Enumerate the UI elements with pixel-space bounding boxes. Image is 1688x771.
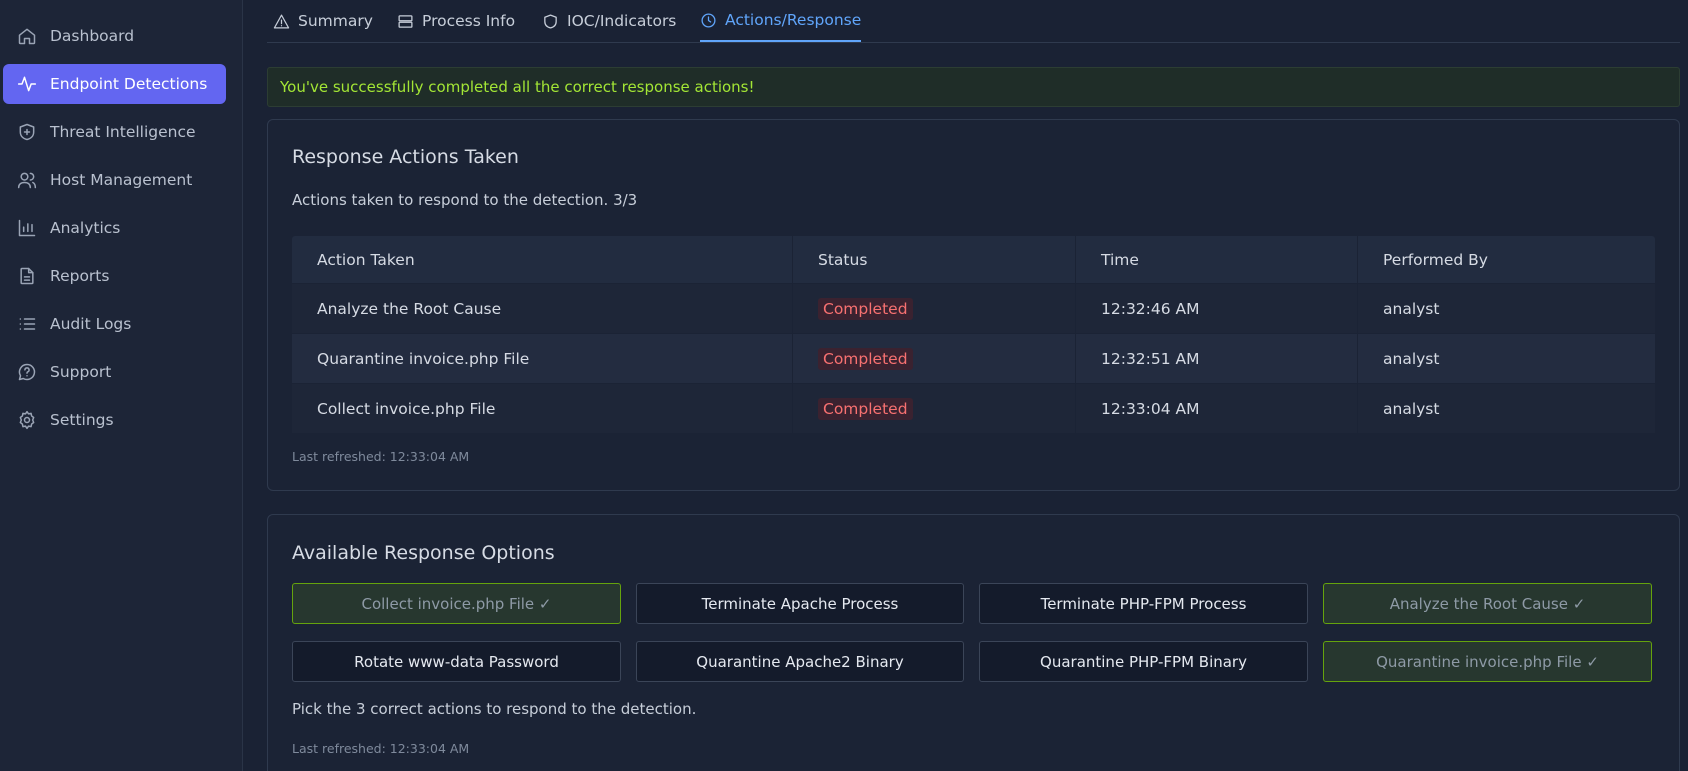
clock-icon bbox=[701, 12, 716, 28]
options-hint: Pick the 3 correct actions to respond to… bbox=[292, 700, 697, 718]
tab-label: Actions/Response bbox=[725, 11, 862, 29]
quarantine-apache2-button[interactable]: Quarantine Apache2 Binary bbox=[636, 641, 964, 682]
card-title: Response Actions Taken bbox=[292, 146, 519, 168]
sidebar-item-endpoint-detections[interactable]: Endpoint Detections bbox=[3, 64, 226, 104]
sidebar-item-label: Support bbox=[50, 363, 112, 381]
main-content: Summary Process Info IOC/Indicators Acti… bbox=[243, 0, 1688, 771]
performed-by-cell: analyst bbox=[1357, 384, 1655, 433]
status-cell: Completed bbox=[792, 334, 1075, 383]
tab-label: IOC/Indicators bbox=[567, 12, 677, 30]
users-icon bbox=[16, 169, 38, 191]
shield-plus-icon bbox=[16, 121, 38, 143]
collect-invoice-file-button[interactable]: Collect invoice.php File ✓ bbox=[292, 583, 621, 624]
terminate-apache-button[interactable]: Terminate Apache Process bbox=[636, 583, 964, 624]
rotate-password-button[interactable]: Rotate www-data Password bbox=[292, 641, 621, 682]
sidebar-item-host-management[interactable]: Host Management bbox=[3, 160, 226, 200]
column-header: Status bbox=[792, 236, 1075, 283]
column-header: Action Taken bbox=[317, 250, 415, 269]
response-options-card: Available Response Options Collect invoi… bbox=[267, 514, 1680, 771]
bar-chart-icon bbox=[16, 217, 38, 239]
table-header: Action Taken Status Time Performed By bbox=[292, 236, 1655, 283]
sidebar: Dashboard Endpoint Detections Threat Int… bbox=[0, 0, 243, 771]
analyze-root-cause-button[interactable]: Analyze the Root Cause ✓ bbox=[1323, 583, 1652, 624]
time-cell: 12:32:51 AM bbox=[1075, 334, 1357, 383]
sidebar-item-settings[interactable]: Settings bbox=[3, 400, 226, 440]
status-cell: Completed bbox=[792, 284, 1075, 333]
actions-table: Action Taken Status Time Performed By An… bbox=[292, 236, 1655, 433]
sidebar-item-reports[interactable]: Reports bbox=[3, 256, 226, 296]
status-cell: Completed bbox=[792, 384, 1075, 433]
sidebar-item-audit-logs[interactable]: Audit Logs bbox=[3, 304, 226, 344]
status-badge: Completed bbox=[818, 397, 913, 420]
sidebar-item-label: Analytics bbox=[50, 219, 121, 237]
status-badge: Completed bbox=[818, 347, 913, 370]
table-row: Collect invoice.php File Completed 12:33… bbox=[292, 383, 1655, 433]
success-alert: You've successfully completed all the co… bbox=[267, 67, 1680, 107]
tab-bar: Summary Process Info IOC/Indicators Acti… bbox=[267, 0, 1680, 43]
tab-label: Process Info bbox=[422, 12, 516, 30]
quarantine-php-fpm-button[interactable]: Quarantine PHP-FPM Binary bbox=[979, 641, 1308, 682]
alert-triangle-icon bbox=[273, 13, 290, 29]
card-title: Available Response Options bbox=[292, 542, 555, 564]
quarantine-invoice-file-button[interactable]: Quarantine invoice.php File ✓ bbox=[1323, 641, 1652, 682]
sidebar-item-threat-intelligence[interactable]: Threat Intelligence bbox=[3, 112, 226, 152]
time-cell: 12:32:46 AM bbox=[1075, 284, 1357, 333]
performed-by-cell: analyst bbox=[1357, 284, 1655, 333]
activity-icon bbox=[16, 73, 38, 95]
action-cell: Collect invoice.php File bbox=[317, 399, 496, 418]
tab-label: Summary bbox=[298, 12, 373, 30]
sidebar-item-label: Audit Logs bbox=[50, 315, 132, 333]
sidebar-item-label: Settings bbox=[50, 411, 114, 429]
terminate-php-fpm-button[interactable]: Terminate PHP-FPM Process bbox=[979, 583, 1308, 624]
last-refreshed: Last refreshed: 12:33:04 AM bbox=[292, 449, 470, 464]
column-header: Time bbox=[1075, 236, 1357, 283]
performed-by-cell: analyst bbox=[1357, 334, 1655, 383]
message-help-icon bbox=[16, 361, 38, 383]
card-subtitle: Actions taken to respond to the detectio… bbox=[292, 191, 638, 209]
action-cell: Quarantine invoice.php File bbox=[317, 349, 530, 368]
sidebar-item-label: Dashboard bbox=[50, 27, 135, 45]
tab-process-info[interactable]: Process Info bbox=[397, 0, 515, 42]
sidebar-item-dashboard[interactable]: Dashboard bbox=[3, 16, 226, 56]
home-icon bbox=[16, 25, 38, 47]
file-text-icon bbox=[16, 265, 38, 287]
tab-summary[interactable]: Summary bbox=[273, 0, 373, 42]
list-icon bbox=[16, 313, 38, 335]
sidebar-item-label: Threat Intelligence bbox=[50, 123, 196, 141]
sidebar-item-label: Endpoint Detections bbox=[50, 75, 208, 93]
table-row: Quarantine invoice.php File Completed 12… bbox=[292, 333, 1655, 383]
column-header: Performed By bbox=[1357, 236, 1655, 283]
gear-icon bbox=[16, 409, 38, 431]
shield-icon bbox=[544, 13, 557, 29]
tab-actions-response[interactable]: Actions/Response bbox=[700, 0, 862, 42]
sidebar-item-label: Reports bbox=[50, 267, 110, 285]
action-cell: Analyze the Root Cause bbox=[317, 299, 502, 318]
table-row: Analyze the Root Cause Completed 12:32:4… bbox=[292, 283, 1655, 333]
time-cell: 12:33:04 AM bbox=[1075, 384, 1357, 433]
tab-ioc-indicators[interactable]: IOC/Indicators bbox=[542, 0, 676, 42]
sidebar-item-support[interactable]: Support bbox=[3, 352, 226, 392]
sidebar-item-label: Host Management bbox=[50, 171, 193, 189]
sidebar-item-analytics[interactable]: Analytics bbox=[3, 208, 226, 248]
last-refreshed: Last refreshed: 12:33:04 AM bbox=[292, 741, 470, 756]
status-badge: Completed bbox=[818, 297, 913, 320]
response-actions-card: Response Actions Taken Actions taken to … bbox=[267, 119, 1680, 491]
server-icon bbox=[398, 14, 413, 28]
